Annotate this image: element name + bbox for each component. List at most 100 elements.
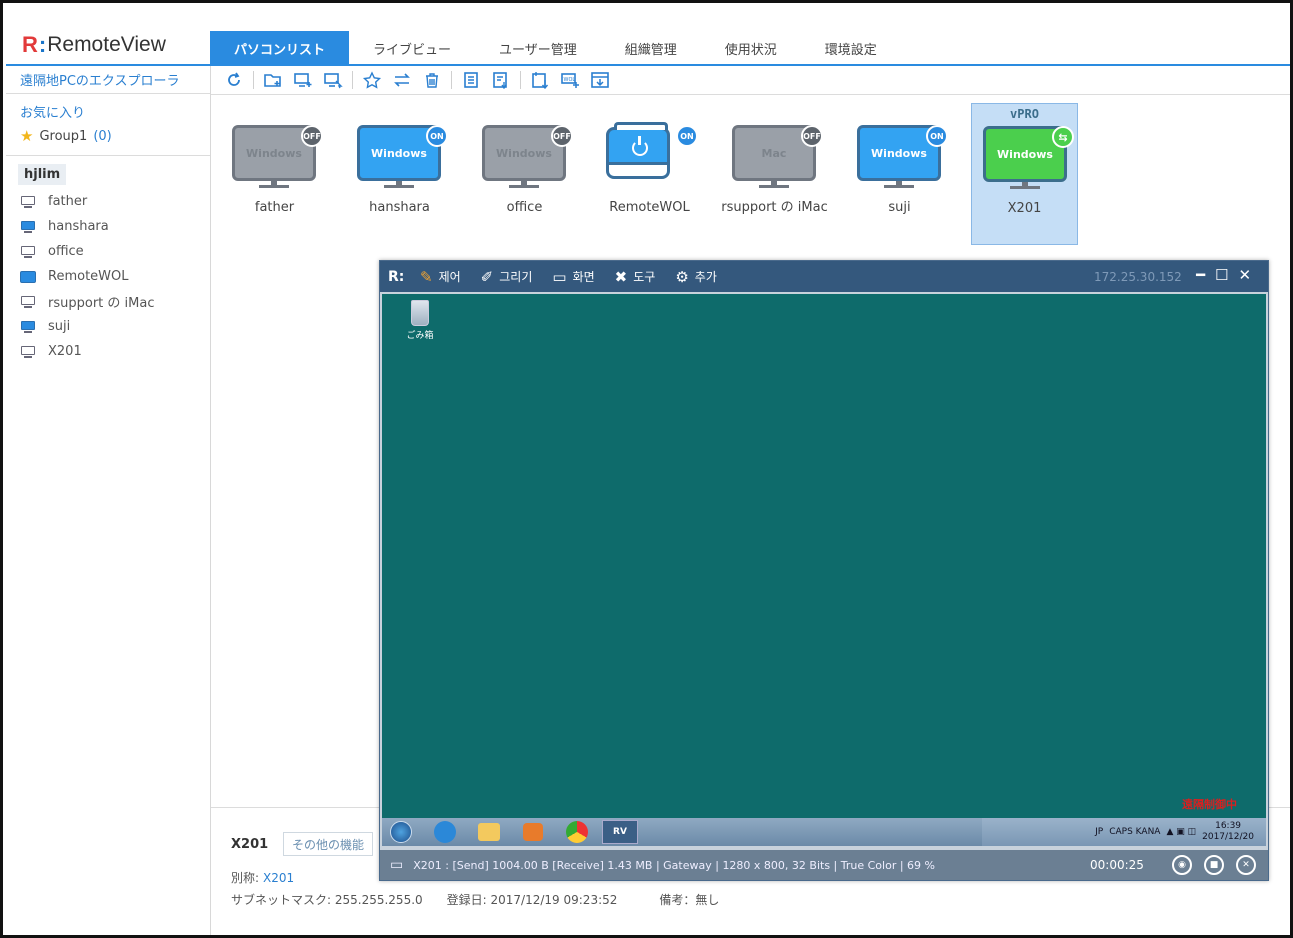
sidebar-item-remotewol[interactable]: RemoteWOL [6,264,210,289]
sidebar-item-label: X201 [48,344,82,359]
monitor-icon: ▭ [390,857,404,873]
clock-date: 2017/12/20 [1202,832,1254,842]
remote-taskbar: RV JP CAPS KANA ▲ ▣ ◫ 16:39 2017/12/20 [382,818,1266,846]
menu-label: 제어 [438,270,461,284]
status-badge: OFF [801,125,823,147]
status-badge: ON [926,125,948,147]
device-remotewol[interactable]: ON RemoteWOL [596,103,703,245]
tab-pc-list[interactable]: パソコンリスト [210,31,349,66]
device-label: RemoteWOL [609,200,690,215]
menu-label: 그리기 [499,270,533,284]
device-father[interactable]: Windows OFF father [221,103,328,245]
monitor-foot [509,185,539,188]
sidebar-item-father[interactable]: father [6,189,210,214]
refresh-icon[interactable] [219,69,249,91]
alias-value[interactable]: X201 [263,871,294,885]
sidebar-item-label: RemoteWOL [48,269,129,284]
ime-indicator[interactable]: JP [1095,827,1103,837]
device-suji[interactable]: Windows ON suji [846,103,953,245]
sidebar-item-label: hanshara [48,219,109,234]
svg-text:WOL: WOL [564,77,576,83]
app-frame: R: RemoteView パソコンリスト ライブビュー ユーザー管理 組織管理 … [0,0,1293,938]
status-badge: ON [676,125,698,147]
logo-mark: R [22,32,38,57]
tray-icons[interactable]: ▲ ▣ ◫ [1166,827,1196,837]
favorite-group-item[interactable]: ★ Group1 (0) [20,127,210,145]
export-icon[interactable] [486,69,516,91]
ie-taskbar-button[interactable] [426,820,464,844]
menu-tools[interactable]: ✖ 도구 [615,268,656,286]
system-tray: JP CAPS KANA ▲ ▣ ◫ 16:39 2017/12/20 [982,818,1266,846]
device-rsupport-imac[interactable]: Mac OFF rsupport の iMac [721,103,828,245]
recycle-bin-icon[interactable]: ごみ箱 [402,300,438,341]
sidebar-item-office[interactable]: office [6,239,210,264]
pc-tree: father hanshara office RemoteWOL rsuppor… [6,189,210,364]
remoteview-taskbar-button[interactable]: RV [602,820,638,844]
remote-status-bar: ▭ X201 : [Send] 1004.00 B [Receive] 1.43… [380,850,1268,880]
menu-label: 도구 [633,270,656,284]
group-heading[interactable]: hjlim [18,164,67,185]
camera-icon[interactable]: ◉ [1172,855,1192,875]
maximize-icon[interactable]: ☐ [1215,266,1228,284]
swap-icon[interactable] [387,69,417,91]
more-functions-button[interactable]: その他の機能 [283,832,374,856]
sidebar-item-rsupport-imac[interactable]: rsupport の iMac [6,289,210,314]
add-pc-icon[interactable] [288,69,318,91]
monitor-foot [384,185,414,188]
connected-swap-icon: ⇆ [1052,126,1074,148]
select-pc-icon[interactable] [318,69,348,91]
disconnect-icon[interactable]: ✕ [1236,855,1256,875]
favorites-title[interactable]: お気に入り [20,102,210,121]
start-button[interactable] [382,820,420,844]
main-tabs: パソコンリスト ライブビュー ユーザー管理 組織管理 使用状況 環境設定 [210,31,901,66]
sidebar-item-label: office [48,244,84,259]
minimize-icon[interactable]: ━ [1196,266,1205,284]
add-folder-icon[interactable] [258,69,288,91]
device-x201[interactable]: vPRO Windows ⇆ X201 [971,103,1078,245]
device-hanshara[interactable]: Windows ON hanshara [346,103,453,245]
remote-desktop[interactable]: ごみ箱 遠隔制御中 [382,294,1266,818]
sidebar-item-suji[interactable]: suji [6,314,210,339]
device-office[interactable]: Windows OFF office [471,103,578,245]
tray-clock[interactable]: 16:39 2017/12/20 [1202,821,1254,843]
device-label: suji [888,200,911,215]
download-icon[interactable] [585,69,615,91]
screen-icon: ▭ [552,267,567,286]
menu-screen[interactable]: ▭ 화면 [552,268,594,286]
sidebar-item-x201[interactable]: X201 [6,339,210,364]
close-icon[interactable]: ✕ [1238,266,1251,284]
monitor-off-icon [20,195,36,208]
tab-usage[interactable]: 使用状況 [701,31,801,66]
wol-add-icon[interactable]: WOL [555,69,585,91]
sidebar-item-label: suji [48,319,71,334]
ie-icon [434,821,456,843]
menu-control[interactable]: ✎ 제어 [420,268,461,286]
document-icon[interactable] [456,69,486,91]
pen-icon: ✐ [480,267,494,286]
monitor-foot [759,185,789,188]
header: R: RemoteView パソコンリスト ライブビュー ユーザー管理 組織管理 … [6,6,1290,66]
explorer-taskbar-button[interactable] [470,820,508,844]
tab-settings[interactable]: 環境設定 [801,31,901,66]
menu-add[interactable]: ⚙ 추가 [675,268,717,286]
tab-org-management[interactable]: 組織管理 [601,31,701,66]
device-label: rsupport の iMac [721,200,828,215]
menu-draw[interactable]: ✐ 그리기 [481,268,533,286]
media-player-taskbar-button[interactable] [514,820,552,844]
wol-device-icon [20,270,36,283]
delete-icon[interactable] [417,69,447,91]
wol-device-icon [606,122,670,179]
stop-icon[interactable]: ■ [1204,855,1224,875]
import-icon[interactable] [525,69,555,91]
tools-icon: ✖ [614,267,628,286]
tab-user-management[interactable]: ユーザー管理 [475,31,601,66]
tab-live-view[interactable]: ライブビュー [349,31,475,66]
favorite-icon[interactable] [357,69,387,91]
sidebar-title[interactable]: 遠隔地PCのエクスプローラ [6,66,210,94]
monitor-foot [884,185,914,188]
chrome-taskbar-button[interactable] [558,820,596,844]
sidebar-item-label: rsupport の iMac [48,296,155,311]
sidebar-item-hanshara[interactable]: hanshara [6,214,210,239]
remote-logo: R: [388,268,405,285]
favorite-group-count: (0) [93,128,112,144]
